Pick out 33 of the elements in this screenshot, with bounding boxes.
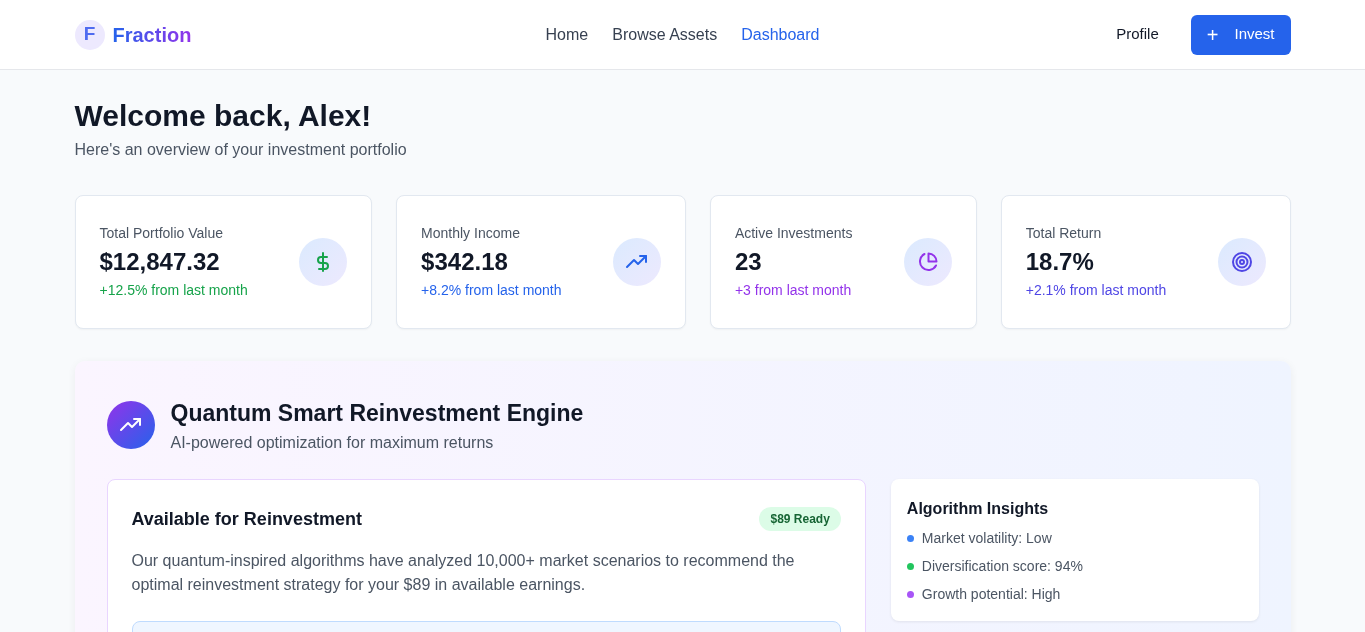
card-title: Available for Reinvestment [131, 507, 362, 531]
stat-value: $12,847.32 [99, 247, 221, 277]
stat-value: 23 [734, 247, 763, 277]
page-subtitle: Here's an overview of your investment portfolio [74, 140, 408, 160]
stat-value: $342.18 [421, 247, 509, 277]
nav-link[interactable]: Dashboard [741, 22, 820, 47]
engine-subtitle: AI-powered optimization for maximum returns [170, 432, 495, 453]
status-badge: $89 Ready [759, 507, 841, 531]
stat-change: +8.2% from last month [421, 281, 562, 300]
nav-link[interactable]: Home [545, 22, 589, 47]
logo-icon[interactable]: F [74, 19, 105, 50]
stat-label: Monthly Income [421, 224, 521, 243]
card-title: Algorithm Insights [906, 498, 1050, 519]
stat-label: Total Portfolio Value [99, 224, 224, 243]
dollar-icon [299, 238, 348, 286]
stat-change: +3 from last month [734, 281, 853, 300]
stat-label: Total Return [1025, 224, 1103, 243]
trend-icon [612, 238, 661, 286]
insight-text: Diversification score: 94% [921, 556, 1083, 576]
stat-change: +12.5% from last month [99, 281, 248, 300]
pie-chart-icon [903, 238, 952, 286]
engine-title: Quantum Smart Reinvestment Engine [170, 399, 584, 428]
insight-text: Growth potential: High [921, 584, 1061, 604]
description: Our quantum-inspired algorithms have analyzed 10,000+ market scenarios to recommend the optimal reinvestment strategy for your $89 in available earnings. [131, 550, 796, 595]
stat-change: +2.1% from last month [1025, 281, 1167, 300]
invest-button[interactable]: + Invest [1190, 14, 1291, 55]
stat-value: 18.7% [1025, 247, 1095, 277]
profile-link[interactable]: Profile [1116, 23, 1159, 46]
insight-text: Market volatility: Low [921, 528, 1052, 548]
page-heading: Welcome back, Alex! [74, 98, 373, 134]
stat-label: Active Investments [734, 224, 853, 243]
target-icon [1217, 238, 1266, 286]
nav-link[interactable]: Browse Assets [612, 22, 718, 47]
